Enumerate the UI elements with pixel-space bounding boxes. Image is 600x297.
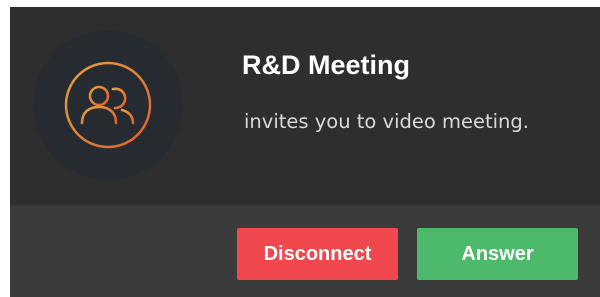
video-meeting-invite-dialog: R&D Meeting invites you to video meeting… <box>10 7 600 297</box>
answer-button[interactable]: Answer <box>417 228 578 280</box>
invite-info-area: R&D Meeting invites you to video meeting… <box>10 7 600 205</box>
invite-message: invites you to video meeting. <box>244 110 529 133</box>
meeting-title: R&D Meeting <box>242 50 410 80</box>
action-bar: Disconnect Answer <box>10 205 600 297</box>
disconnect-button[interactable]: Disconnect <box>237 228 398 280</box>
group-avatar <box>33 30 183 180</box>
group-icon <box>64 61 152 149</box>
